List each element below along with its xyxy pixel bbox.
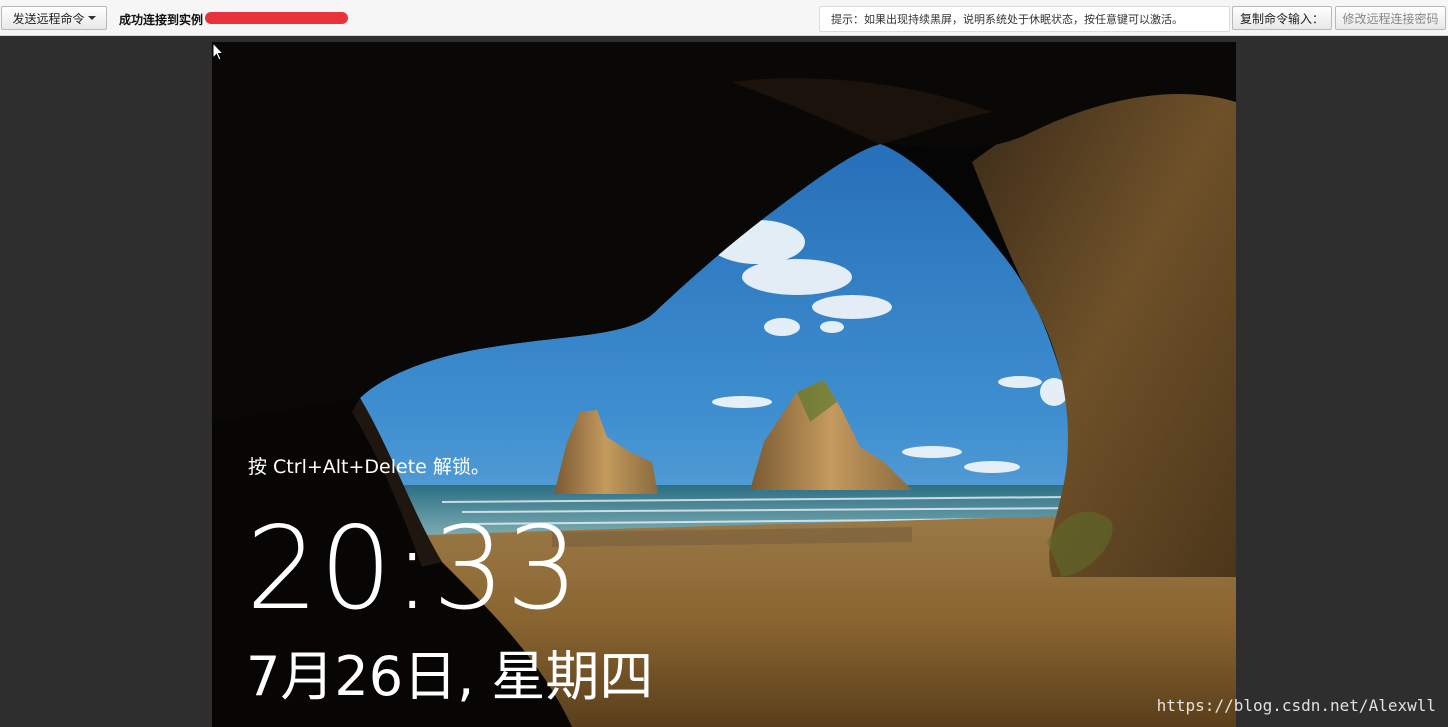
mouse-pointer-icon bbox=[212, 42, 225, 61]
lockscreen-time: 20:33 bbox=[246, 502, 580, 635]
watermark-url: https://blog.csdn.net/Alexwll bbox=[1156, 696, 1436, 715]
connection-status: 成功连接到实例 bbox=[119, 13, 204, 27]
change-remote-password-button[interactable]: 修改远程连接密码 bbox=[1335, 6, 1446, 30]
redacted-instance-id bbox=[205, 12, 348, 24]
console-toolbar: 发送远程命令 成功连接到实例 提示：如果出现持续黑屏，说明系统处于休眠状态，按任… bbox=[0, 0, 1448, 36]
copy-command-input-button[interactable]: 复制命令输入： bbox=[1232, 6, 1332, 30]
lockscreen-date: 7月26日, 星期四 bbox=[246, 645, 654, 708]
remote-screen[interactable]: 按 Ctrl+Alt+Delete 解锁。 20:33 7月26日, 星期四 bbox=[212, 42, 1236, 727]
send-remote-command-label: 发送远程命令 bbox=[12, 11, 85, 26]
unlock-hint: 按 Ctrl+Alt+Delete 解锁。 bbox=[248, 456, 490, 478]
tip-banner: 提示：如果出现持续黑屏，说明系统处于休眠状态，按任意键可以激活。 bbox=[819, 6, 1230, 32]
send-remote-command-button[interactable]: 发送远程命令 bbox=[1, 6, 107, 30]
chevron-down-icon bbox=[87, 16, 96, 20]
